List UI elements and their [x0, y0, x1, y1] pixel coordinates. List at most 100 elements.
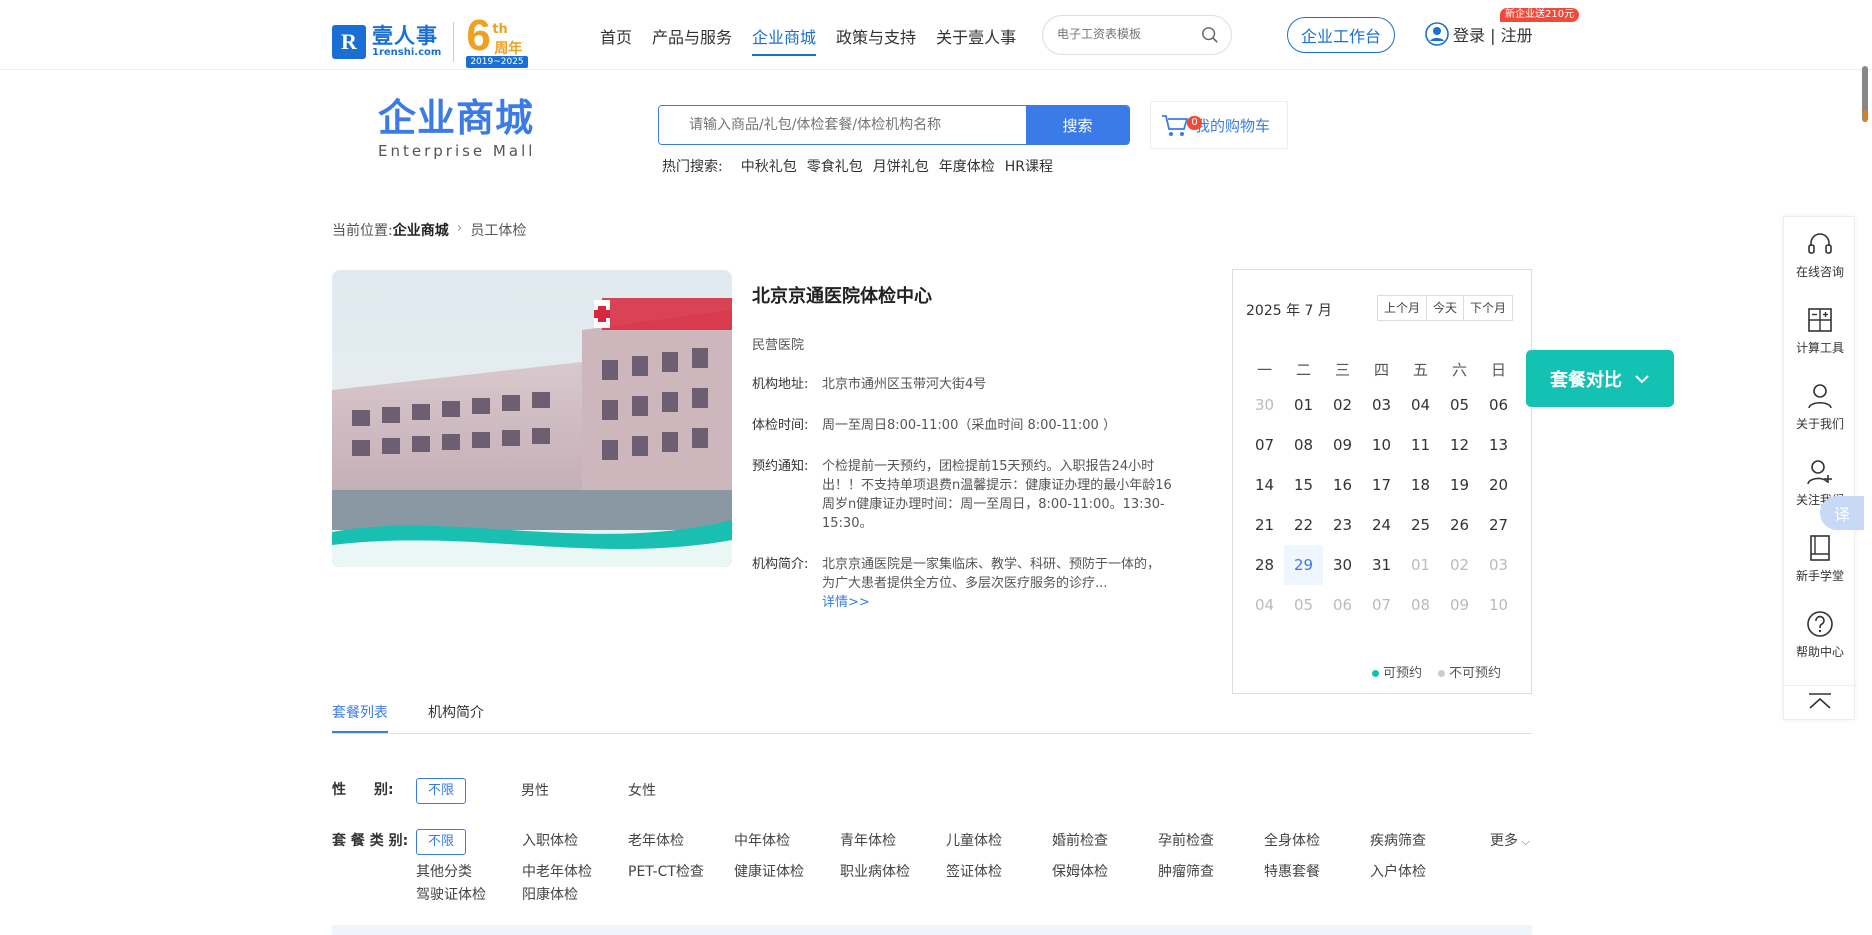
calendar-day[interactable]: 28 — [1245, 545, 1284, 585]
package-option[interactable]: 肿瘤筛查 — [1158, 861, 1214, 881]
package-option[interactable]: 入户体检 — [1370, 861, 1426, 881]
package-option[interactable]: 健康证体检 — [734, 861, 804, 881]
workbench-button[interactable]: 企业工作台 — [1287, 17, 1395, 53]
nav-products[interactable]: 产品与服务 — [652, 24, 732, 56]
online-consult-button[interactable]: 在线咨询 — [1784, 229, 1856, 280]
calendar-day[interactable]: 30 — [1323, 545, 1362, 585]
gender-option-male[interactable]: 男性 — [521, 780, 549, 800]
package-option[interactable]: 老年体检 — [628, 830, 684, 850]
package-option[interactable]: 中老年体检 — [522, 861, 592, 881]
calendar-day[interactable]: 15 — [1284, 465, 1323, 505]
calendar-day[interactable]: 12 — [1440, 425, 1479, 465]
search-icon[interactable] — [1201, 26, 1219, 44]
calendar-day[interactable]: 21 — [1245, 505, 1284, 545]
calendar-day[interactable]: 03 — [1362, 385, 1401, 425]
nav-home[interactable]: 首页 — [600, 24, 632, 56]
calendar-day[interactable]: 02 — [1323, 385, 1362, 425]
package-option[interactable]: 中年体检 — [734, 830, 790, 850]
hot-search-item[interactable]: 中秋礼包 — [741, 156, 797, 176]
package-option[interactable]: 疾病筛查 — [1370, 830, 1426, 850]
login-register[interactable]: 登录 | 注册 — [1425, 22, 1533, 46]
package-option[interactable]: PET-CT检查 — [628, 861, 704, 881]
calendar-day-today[interactable]: 29 — [1284, 545, 1323, 585]
next-month-button[interactable]: 下个月 — [1464, 296, 1512, 320]
calc-tools-button[interactable]: 计算工具 — [1784, 305, 1856, 356]
notice-row: 预约通知: 个检提前一天预约，团检提前15天预约。入职报告24小时出！！不支持单… — [752, 459, 1172, 531]
calendar-day: 06 — [1332, 596, 1353, 614]
calendar-day[interactable]: 19 — [1440, 465, 1479, 505]
calendar-day[interactable]: 16 — [1323, 465, 1362, 505]
hot-search-item[interactable]: HR课程 — [1005, 156, 1053, 176]
main-nav: 首页 产品与服务 企业商城 政策与支持 关于壹人事 — [600, 24, 1036, 56]
calendar-day[interactable]: 26 — [1440, 505, 1479, 545]
package-option[interactable]: 驾驶证体检 — [416, 884, 486, 904]
calendar-day[interactable]: 11 — [1401, 425, 1440, 465]
add-person-icon — [1807, 460, 1832, 485]
package-option[interactable]: 阳康体检 — [522, 884, 578, 904]
calendar-day[interactable]: 17 — [1362, 465, 1401, 505]
tab-package-list[interactable]: 套餐列表 — [332, 702, 388, 733]
chevron-down-icon — [1635, 374, 1649, 383]
calendar-day[interactable]: 13 — [1479, 425, 1518, 465]
calendar-day[interactable]: 24 — [1362, 505, 1401, 545]
tab-institution-intro[interactable]: 机构简介 — [428, 702, 484, 733]
hot-search-item[interactable]: 年度体检 — [939, 156, 995, 176]
calendar-day[interactable]: 22 — [1284, 505, 1323, 545]
calendar-day[interactable]: 08 — [1284, 425, 1323, 465]
calendar-day[interactable]: 04 — [1401, 385, 1440, 425]
details-link[interactable]: 详情>> — [822, 595, 870, 610]
prev-month-button[interactable]: 上个月 — [1378, 296, 1428, 320]
breadcrumb-mall-link[interactable]: 企业商城 — [393, 220, 449, 240]
calendar-day[interactable]: 18 — [1401, 465, 1440, 505]
package-option[interactable]: 入职体检 — [522, 830, 578, 850]
package-option[interactable]: 职业病体检 — [840, 861, 910, 881]
calendar-day[interactable]: 07 — [1245, 425, 1284, 465]
package-option[interactable]: 保姆体检 — [1052, 861, 1108, 881]
mall-search-input[interactable] — [659, 106, 1026, 144]
site-logo[interactable]: R 壹人事 1renshi.com 6 th 周年 2019~2025 — [332, 12, 528, 68]
hot-search-item[interactable]: 月饼礼包 — [873, 156, 929, 176]
package-option[interactable]: 全身体检 — [1264, 830, 1320, 850]
calendar-day[interactable]: 06 — [1479, 385, 1518, 425]
package-option[interactable]: 孕前检查 — [1158, 830, 1214, 850]
cart-button[interactable]: 0 我的购物车 — [1150, 101, 1288, 149]
calendar-day[interactable]: 14 — [1245, 465, 1284, 505]
calendar-day[interactable]: 31 — [1362, 545, 1401, 585]
today-button[interactable]: 今天 — [1427, 296, 1465, 320]
gender-option-female[interactable]: 女性 — [628, 780, 656, 800]
translate-button[interactable]: 译 — [1820, 496, 1864, 530]
calendar-day[interactable]: 10 — [1362, 425, 1401, 465]
calendar-controls: 上个月 今天 下个月 — [1377, 295, 1514, 321]
calendar-day[interactable]: 09 — [1323, 425, 1362, 465]
package-option[interactable]: 特惠套餐 — [1264, 861, 1320, 881]
login-register-link[interactable]: 登录 | 注册 — [1453, 22, 1533, 46]
top-search-input[interactable] — [1057, 27, 1197, 41]
gender-option-any[interactable]: 不限 — [416, 778, 466, 804]
package-option[interactable]: 其他分类 — [416, 861, 472, 881]
package-option[interactable]: 签证体检 — [946, 861, 1002, 881]
calendar-day[interactable]: 27 — [1479, 505, 1518, 545]
help-center-button[interactable]: 帮助中心 — [1784, 609, 1856, 660]
more-filter-button[interactable]: 更多 ⌵ — [1490, 830, 1530, 850]
nav-mall[interactable]: 企业商城 — [752, 24, 817, 56]
about-us-button[interactable]: 关于我们 — [1784, 381, 1856, 432]
breadcrumb-prefix: 当前位置: — [332, 223, 393, 239]
nav-policy[interactable]: 政策与支持 — [836, 24, 916, 56]
package-option[interactable]: 青年体检 — [840, 830, 896, 850]
calendar-day[interactable]: 01 — [1284, 385, 1323, 425]
calendar-day[interactable]: 25 — [1401, 505, 1440, 545]
calendar-day[interactable]: 05 — [1440, 385, 1479, 425]
package-option-any[interactable]: 不限 — [416, 829, 466, 855]
back-to-top-button[interactable] — [1784, 685, 1856, 715]
calendar-day[interactable]: 23 — [1323, 505, 1362, 545]
package-option[interactable]: 儿童体检 — [946, 830, 1002, 850]
package-compare-button[interactable]: 套餐对比 — [1526, 350, 1674, 407]
package-filter-label: 套 餐 类 别: — [332, 833, 409, 849]
calendar-day[interactable]: 20 — [1479, 465, 1518, 505]
mall-search-button[interactable]: 搜索 — [1026, 106, 1129, 144]
beginner-academy-button[interactable]: 新手学堂 — [1784, 533, 1856, 584]
nav-about[interactable]: 关于壹人事 — [936, 24, 1016, 56]
hot-search-item[interactable]: 零食礼包 — [807, 156, 863, 176]
package-option[interactable]: 婚前检查 — [1052, 830, 1108, 850]
calendar-month: 2025 年 7 月 — [1246, 303, 1332, 319]
